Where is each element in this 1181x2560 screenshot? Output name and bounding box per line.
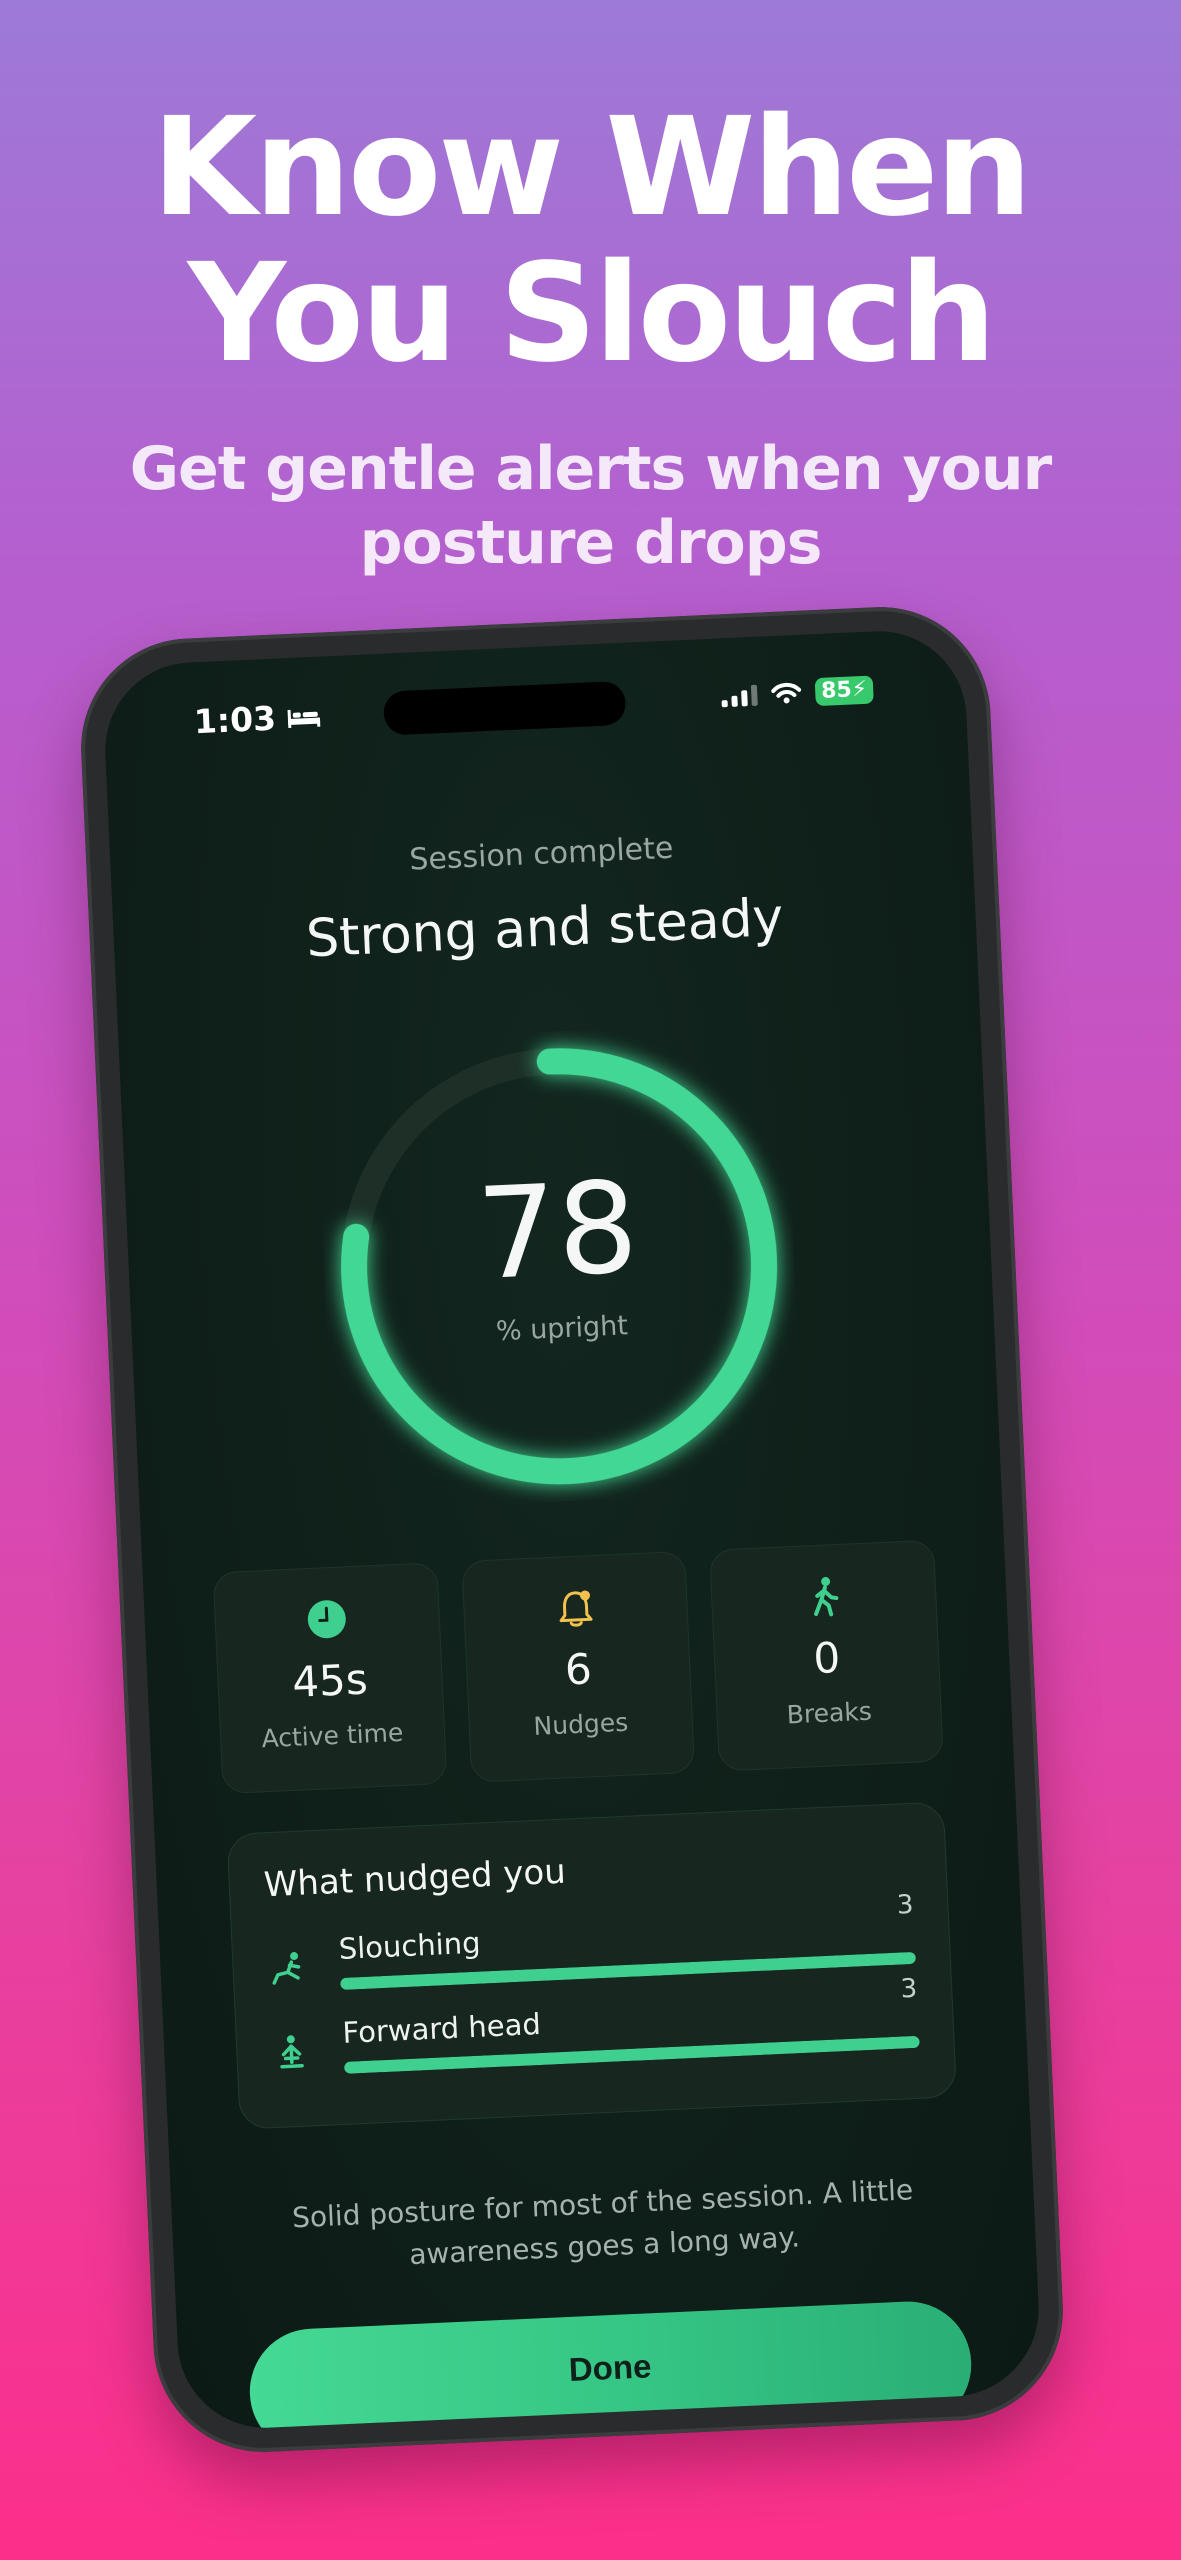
stats-row: 45s Active time 6 Nudges 0 Breaks <box>212 1539 944 1795</box>
status-bar-indicators: 85⚡ <box>721 675 874 710</box>
nudge-breakdown-card: What nudged you Slouching 3 Forward head <box>226 1801 958 2130</box>
stat-label: Nudges <box>532 1707 629 1741</box>
session-title: Strong and steady <box>304 887 785 970</box>
upright-ring: 78 % upright <box>314 1021 805 1512</box>
stat-nudges: 6 Nudges <box>460 1550 696 1783</box>
clock-text: 1:03 <box>193 698 277 742</box>
upright-score: 78 <box>474 1153 641 1308</box>
stat-label: Active time <box>260 1717 404 1754</box>
wifi-icon <box>771 682 802 704</box>
session-label: Session complete <box>408 830 675 878</box>
nudge-card-title: What nudged you <box>262 1851 567 1906</box>
nudge-count: 3 <box>896 1889 915 1921</box>
stat-value: 0 <box>812 1632 842 1684</box>
nudge-count: 3 <box>899 1973 918 2005</box>
stat-active-time: 45s Active time <box>212 1562 448 1795</box>
stat-value: 45s <box>291 1654 369 1707</box>
forward-head-icon <box>280 2035 304 2069</box>
stat-breaks: 0 Breaks <box>709 1539 944 1772</box>
status-bar-time: 1:03 <box>193 697 323 742</box>
subhead-line-1: Get gentle alerts when your <box>129 434 1052 504</box>
battery-level: 85 <box>820 677 853 704</box>
dynamic-island <box>382 680 627 736</box>
session-summary: Solid posture for most of the session. A… <box>291 2173 914 2272</box>
stat-value: 6 <box>563 1644 593 1695</box>
nudge-label: Slouching <box>338 1925 482 1966</box>
bell-icon <box>559 1590 593 1627</box>
headline-line-1: Know When <box>151 89 1033 247</box>
clock-icon <box>308 1600 347 1639</box>
phone-mockup: 1:03 85⚡ Session complete Strong and ste… <box>76 602 1068 2457</box>
battery-indicator: 85⚡ <box>814 675 874 707</box>
stat-label: Breaks <box>786 1696 873 1730</box>
slouch-icon <box>272 1952 301 1985</box>
bed-icon <box>287 709 321 728</box>
promo-headline: Know When You Slouch <box>0 95 1181 387</box>
phone-screen: 1:03 85⚡ Session complete Strong and ste… <box>101 627 1043 2432</box>
headline-line-2: You Slouch <box>187 235 997 393</box>
walking-icon <box>813 1577 839 1617</box>
subhead-line-2: posture drops <box>359 508 823 578</box>
cellular-signal-icon <box>721 684 758 708</box>
promo-subhead: Get gentle alerts when your posture drop… <box>0 432 1181 580</box>
